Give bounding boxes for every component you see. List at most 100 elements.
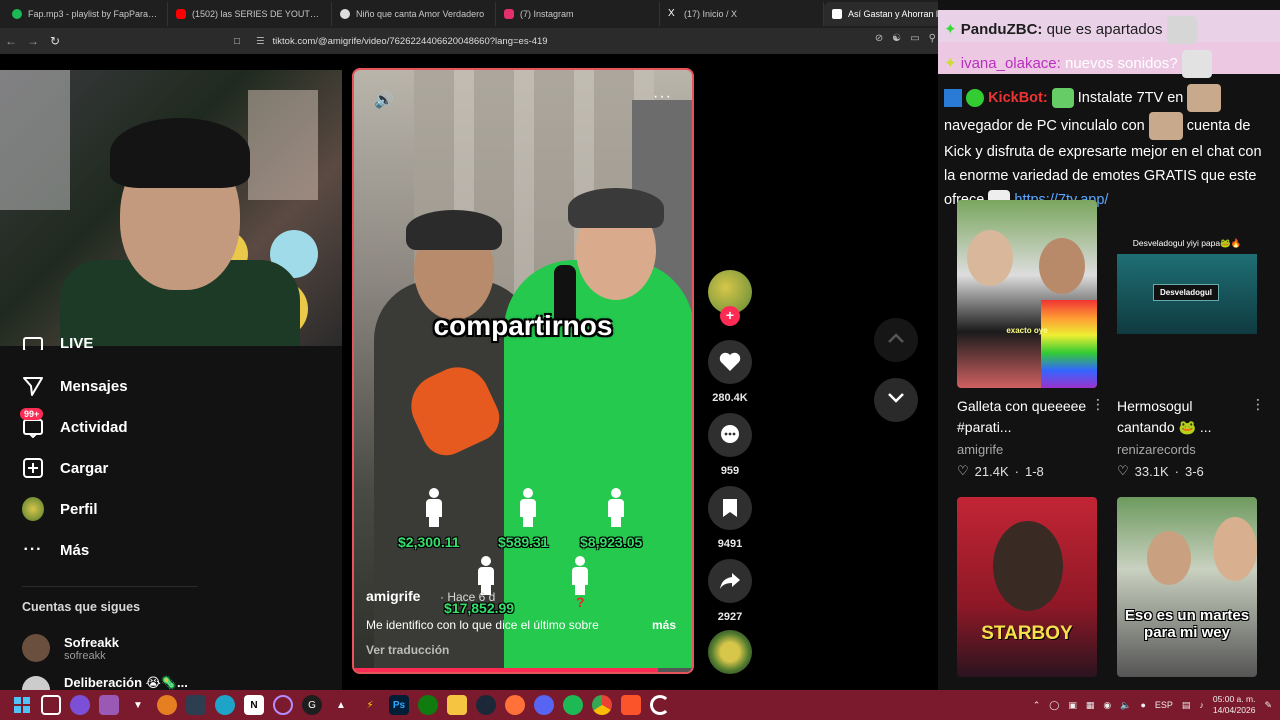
more-options-icon[interactable]: ⋮ bbox=[1091, 396, 1105, 413]
person-figure-icon bbox=[608, 488, 624, 527]
task-view-icon[interactable] bbox=[41, 695, 61, 715]
spotify-icon[interactable] bbox=[563, 695, 583, 715]
windows-start-icon[interactable] bbox=[12, 695, 32, 715]
speaker-icon[interactable]: ♪ bbox=[1199, 700, 1204, 710]
network-icon[interactable]: ▤ bbox=[1182, 700, 1191, 711]
recommended-video[interactable]: Eso es un martes para mi wey bbox=[1117, 497, 1257, 677]
recommended-video[interactable]: exacto oye Galleta con queeeee #parati..… bbox=[957, 200, 1105, 479]
steam-tray-icon[interactable]: ◉ bbox=[1103, 700, 1111, 711]
microphone-icon[interactable]: ● bbox=[1140, 700, 1145, 710]
save-count: 9491 bbox=[717, 538, 743, 550]
share-button[interactable]: 2927 bbox=[708, 559, 752, 623]
volume-icon[interactable]: 🔊 bbox=[374, 90, 394, 110]
recommended-author[interactable]: amigrife bbox=[957, 442, 1097, 457]
comment-button[interactable]: 959 bbox=[708, 413, 752, 477]
like-button[interactable]: 280.4K bbox=[708, 340, 752, 404]
volume-icon[interactable]: 🔈 bbox=[1120, 700, 1131, 711]
thumbnail-caption: exacto oye bbox=[1006, 326, 1048, 335]
sidebar-item-profile[interactable]: Perfil bbox=[22, 497, 98, 521]
video-person-left-cap bbox=[406, 210, 502, 250]
recommended-video[interactable]: STARBOY bbox=[957, 497, 1097, 677]
url-field[interactable]: □ ☰ tiktok.com/@amigrife/video/762622440… bbox=[234, 31, 856, 51]
no-tracking-icon[interactable]: ⊘ bbox=[875, 33, 883, 44]
bookmark-icon[interactable]: □ bbox=[234, 36, 240, 47]
site-info-icon[interactable]: ☰ bbox=[256, 36, 265, 47]
video-thumbnail: Eso es un martes para mi wey bbox=[1117, 497, 1257, 677]
following-item[interactable]: Deliberación 😭🦠... bbox=[22, 675, 188, 690]
app-icon[interactable] bbox=[273, 695, 293, 715]
chevron-up-icon[interactable]: ⌃ bbox=[1033, 700, 1041, 711]
more-button[interactable]: más bbox=[652, 618, 676, 632]
app-icon[interactable] bbox=[70, 695, 90, 715]
app-icon[interactable]: ▲ bbox=[331, 695, 351, 715]
more-options-icon[interactable]: ··· bbox=[653, 88, 672, 106]
browser-tab[interactable]: Fap.mp3 - playlist by FapParaMoar | S bbox=[4, 2, 168, 26]
recommended-stats: ♡ 21.4K · 1-8 bbox=[957, 463, 1044, 479]
thumb-face bbox=[1039, 238, 1085, 294]
app-icon[interactable] bbox=[99, 695, 119, 715]
video-progress-bar[interactable] bbox=[354, 668, 692, 672]
file-explorer-icon[interactable] bbox=[447, 695, 467, 715]
photoshop-icon[interactable]: Ps bbox=[389, 695, 409, 715]
edge-icon[interactable] bbox=[215, 695, 235, 715]
video-player[interactable]: 🔊 ··· compartirnos $2,300.11 $589.31 $8,… bbox=[352, 68, 694, 674]
sidebar-item-upload[interactable]: Cargar bbox=[22, 457, 108, 479]
chrome-icon[interactable] bbox=[592, 695, 612, 715]
sparkle-icon: ✦ bbox=[944, 54, 957, 72]
tray-icon[interactable]: ◯ bbox=[1049, 700, 1059, 711]
browser-tab[interactable]: X (17) Inicio / X bbox=[660, 2, 824, 26]
sidebar-item-more[interactable]: ··· Más bbox=[22, 539, 90, 561]
spotify-icon bbox=[12, 9, 22, 19]
recommended-author[interactable]: renizarecords bbox=[1117, 442, 1257, 457]
browser-tab[interactable]: Niño que canta Amor Verdadero bbox=[332, 2, 496, 26]
app-icon[interactable]: ⚡ bbox=[360, 695, 380, 715]
chat-message-kickbot: KickBot: Instalate 7TV en navegador de P… bbox=[944, 84, 1274, 212]
follow-button[interactable]: + bbox=[720, 306, 740, 326]
more-dots-icon: ··· bbox=[23, 541, 43, 558]
app-icon[interactable] bbox=[157, 695, 177, 715]
recommended-video[interactable]: Desveladogul yiyi papa🐸🔥 Desveladogul He… bbox=[1117, 200, 1265, 479]
tray-icon[interactable]: ▦ bbox=[1086, 700, 1095, 711]
music-disc[interactable] bbox=[708, 630, 752, 674]
thumbnail-caption: Desveladogul yiyi papa🐸🔥 bbox=[1132, 238, 1242, 248]
save-button[interactable]: 9491 bbox=[708, 486, 752, 550]
chat-emote bbox=[1166, 16, 1197, 44]
language-indicator[interactable]: ESP bbox=[1155, 700, 1173, 710]
app-icon[interactable] bbox=[650, 695, 670, 715]
translate-icon[interactable]: ☯ bbox=[892, 33, 901, 44]
sidebar-item-live[interactable]: LIVE bbox=[22, 336, 93, 350]
browser-tab[interactable]: (7) Instagram bbox=[496, 2, 660, 26]
zoom-icon[interactable]: ⚲ bbox=[929, 33, 936, 44]
steam-icon[interactable] bbox=[476, 695, 496, 715]
video-progress-fill bbox=[354, 668, 659, 672]
notion-icon[interactable]: N bbox=[244, 695, 264, 715]
sidebar-item-messages[interactable]: Mensajes bbox=[22, 375, 128, 397]
firefox-icon[interactable] bbox=[505, 695, 525, 715]
cast-icon[interactable]: ▭ bbox=[910, 33, 919, 44]
next-video-button[interactable] bbox=[874, 378, 918, 422]
reload-icon[interactable]: ↻ bbox=[44, 34, 66, 48]
more-options-icon[interactable]: ⋮ bbox=[1251, 396, 1265, 413]
previous-video-button[interactable] bbox=[874, 318, 918, 362]
discord-icon[interactable] bbox=[534, 695, 554, 715]
heart-icon bbox=[708, 340, 752, 384]
notification-icon[interactable]: ✎ bbox=[1264, 700, 1272, 711]
person-figure-icon bbox=[572, 556, 588, 595]
back-icon[interactable]: ← bbox=[0, 34, 22, 48]
forward-icon[interactable]: → bbox=[22, 34, 44, 48]
app-icon[interactable] bbox=[186, 695, 206, 715]
app-icon[interactable]: G bbox=[302, 695, 322, 715]
following-item[interactable]: Sofreakk sofreakk bbox=[22, 634, 119, 662]
clock[interactable]: 05:00 a. m. 14/04/2026 bbox=[1213, 694, 1256, 716]
video-author[interactable]: amigrife bbox=[366, 588, 420, 604]
question-mark: ? bbox=[576, 594, 585, 610]
app-icon[interactable]: ▼ bbox=[128, 695, 148, 715]
brave-icon[interactable] bbox=[621, 695, 641, 715]
xbox-icon[interactable] bbox=[418, 695, 438, 715]
sidebar-item-activity[interactable]: 99+ Actividad bbox=[20, 408, 128, 438]
live-icon bbox=[22, 336, 44, 350]
translate-link[interactable]: Ver traducción bbox=[366, 643, 449, 657]
chat-emote bbox=[1187, 84, 1222, 112]
tray-icon[interactable]: ▣ bbox=[1068, 700, 1077, 711]
browser-tab[interactable]: (1502) las SERIES DE YOUTUBERS me bbox=[168, 2, 332, 26]
